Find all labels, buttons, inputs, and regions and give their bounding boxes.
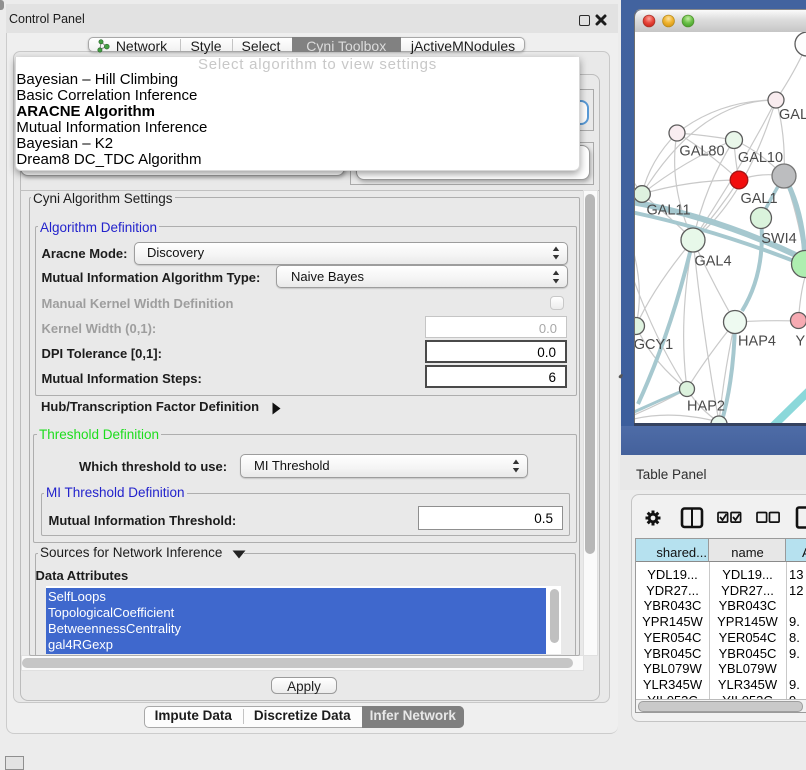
svg-text:GAL10: GAL10 — [738, 150, 783, 166]
svg-text:GCY1: GCY1 — [635, 337, 673, 353]
svg-text:GAL4: GAL4 — [694, 254, 731, 270]
svg-text:GAL80: GAL80 — [679, 144, 724, 160]
svg-text:GAL1: GAL1 — [740, 191, 777, 207]
svg-text:GAL7: GAL7 — [779, 107, 806, 123]
svg-text:HAP2: HAP2 — [687, 399, 725, 415]
svg-text:SWI4: SWI4 — [761, 231, 796, 247]
svg-text:GAL11: GAL11 — [646, 203, 690, 219]
svg-text:Y: Y — [796, 334, 806, 350]
svg-text:HAP4: HAP4 — [738, 334, 776, 350]
